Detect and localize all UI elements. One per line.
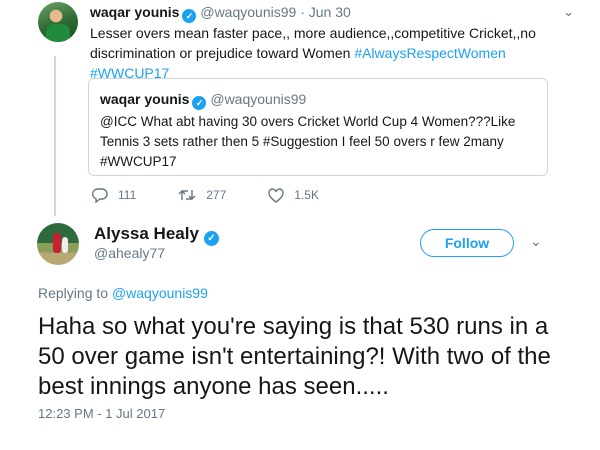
retweet-count: 277 [206, 188, 227, 202]
thread-connector-line [54, 56, 56, 216]
verified-badge-icon: ✓ [182, 9, 197, 23]
verified-badge-icon: ✓ [192, 96, 207, 110]
tweet-text: Lesser overs mean faster pace,, more aud… [90, 23, 585, 83]
verified-badge-icon: ✓ [203, 231, 219, 246]
main-author-name-row[interactable]: Alyssa Healy ✓ [94, 223, 219, 246]
tweet-timestamp[interactable]: 12:23 PM - 1 Jul 2017 [38, 406, 165, 421]
heart-icon [268, 187, 284, 203]
author-name[interactable]: Alyssa Healy [94, 224, 199, 243]
tweet-date[interactable]: Jun 30 [309, 4, 351, 20]
quoted-author-handle: @waqyounis99 [210, 91, 307, 107]
chevron-down-icon[interactable]: ⌄ [563, 4, 574, 20]
quoted-tweet-card[interactable]: waqar younis ✓ @waqyounis99 @ICC What abt… [88, 78, 548, 176]
reply-button[interactable]: 111 [92, 187, 137, 203]
reply-count: 111 [118, 188, 137, 202]
chevron-down-icon[interactable]: ⌄ [530, 233, 542, 250]
avatar[interactable] [37, 223, 79, 265]
follow-button[interactable]: Follow [420, 229, 514, 257]
replying-to: Replying to @waqyounis99 [38, 285, 208, 301]
avatar[interactable] [38, 2, 78, 42]
dot-separator: · [300, 4, 305, 20]
quoted-author-name: waqar younis [100, 91, 190, 107]
author-name[interactable]: waqar younis [90, 4, 179, 20]
replying-prefix: Replying to [38, 285, 109, 301]
reply-icon [92, 187, 108, 203]
like-button[interactable]: 1.5K [268, 187, 319, 203]
tweet-actions: 111 277 1.5K [92, 186, 361, 204]
quoted-tweet-text: @ICC What abt having 30 overs Cricket Wo… [100, 114, 516, 169]
replying-to-link[interactable]: @waqyounis99 [112, 285, 208, 301]
retweet-button[interactable]: 277 [178, 188, 226, 202]
like-count: 1.5K [294, 188, 319, 202]
author-handle[interactable]: @waqyounis99 [200, 4, 296, 20]
retweet-icon [178, 190, 196, 200]
tweet-text: Haha so what you're saying is that 530 r… [38, 313, 551, 400]
author-handle[interactable]: @ahealy77 [94, 245, 165, 261]
